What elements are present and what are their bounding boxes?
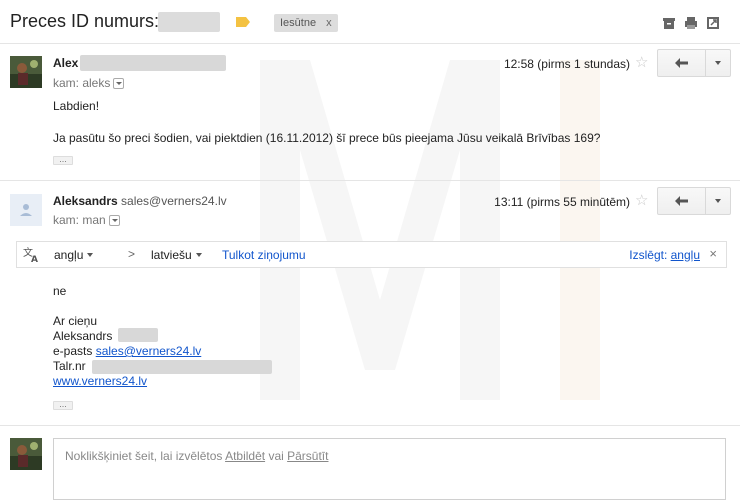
label-tag-icon[interactable] bbox=[236, 17, 250, 27]
sender-name[interactable]: Aleksandrs sales@verners24.lv bbox=[53, 194, 227, 208]
show-trimmed-content-button[interactable]: ... bbox=[53, 155, 73, 165]
inbox-label-chip: Iesūtne x bbox=[274, 14, 338, 32]
message-time: 12:58 (pirms 1 stundas) bbox=[503, 57, 630, 71]
sender-redacted bbox=[80, 55, 226, 71]
signature-email-line: e-pasts sales@verners24.lv bbox=[53, 344, 201, 359]
inbox-label-text: Iesūtne bbox=[280, 17, 317, 29]
signature-email-link[interactable]: sales@verners24.lv bbox=[96, 344, 202, 358]
translate-message-link[interactable]: Tulkot ziņojumu bbox=[222, 248, 306, 262]
star-icon[interactable]: ☆ bbox=[635, 191, 648, 209]
reply-placeholder-text: Noklikšķiniet šeit, lai izvēlētos bbox=[65, 449, 223, 463]
print-icon[interactable] bbox=[684, 16, 698, 30]
reply-or-text: vai bbox=[268, 449, 284, 463]
archive-icon[interactable] bbox=[662, 16, 676, 30]
disable-translation-link[interactable]: Izslēgt: angļu bbox=[629, 248, 700, 262]
subject-bar: Preces ID numurs: Iesūtne x bbox=[0, 0, 740, 44]
forward-link[interactable]: Pārsūtīt bbox=[287, 449, 328, 463]
message-divider bbox=[0, 180, 740, 181]
source-language-select[interactable]: angļu bbox=[54, 248, 94, 262]
target-language-label: latviešu bbox=[151, 248, 192, 262]
new-window-icon[interactable] bbox=[706, 16, 720, 30]
reply-button-group bbox=[657, 49, 731, 77]
recipient-text: kam: aleks bbox=[53, 76, 111, 90]
reply-button-group bbox=[657, 187, 731, 215]
reply-placeholder: Noklikšķiniet šeit, lai izvēlētos Atbild… bbox=[65, 449, 328, 463]
show-trimmed-content-button[interactable]: ... bbox=[53, 400, 73, 410]
star-icon[interactable]: ☆ bbox=[635, 53, 648, 71]
signature-greeting: Ar cieņu bbox=[53, 314, 98, 328]
my-avatar bbox=[10, 438, 42, 470]
signature-website-link[interactable]: www.verners24.lv bbox=[53, 374, 147, 388]
recipient-text: kam: man bbox=[53, 213, 106, 227]
svg-text:A: A bbox=[31, 255, 38, 263]
chevron-down-icon bbox=[195, 253, 202, 257]
chevron-down-icon bbox=[87, 253, 94, 257]
sender-email: sales@verners24.lv bbox=[121, 194, 227, 208]
recipient-line: kam: aleks bbox=[53, 76, 125, 90]
subject-title: Preces ID numurs: bbox=[10, 11, 160, 31]
close-translate-bar-icon[interactable]: × bbox=[709, 246, 717, 261]
details-dropdown-icon[interactable] bbox=[108, 215, 120, 226]
reply-box[interactable]: Noklikšķiniet šeit, lai izvēlētos Atbild… bbox=[53, 438, 726, 500]
message-body-line: Ja pasūtu šo preci šodien, vai piektdien… bbox=[53, 131, 601, 145]
disable-language: angļu bbox=[670, 248, 700, 262]
signature-phone-label: Talr.nr bbox=[53, 359, 86, 373]
message-divider bbox=[0, 425, 740, 426]
recipient-line: kam: man bbox=[53, 213, 120, 227]
message-time: 13:11 (pirms 55 minūtēm) bbox=[494, 195, 630, 209]
reply-link[interactable]: Atbildēt bbox=[225, 449, 265, 463]
message-body-line: ne bbox=[53, 284, 67, 298]
signature-email-label: e-pasts bbox=[53, 344, 93, 358]
signature-phone-redacted bbox=[92, 360, 272, 374]
signature-name: Aleksandrs bbox=[53, 329, 113, 343]
signature-website-line: www.verners24.lv bbox=[53, 374, 147, 389]
default-avatar-icon[interactable] bbox=[10, 194, 42, 226]
remove-label-button[interactable]: x bbox=[326, 17, 332, 29]
more-options-button[interactable] bbox=[706, 188, 730, 214]
chevron-down-icon bbox=[715, 61, 721, 65]
more-options-button[interactable] bbox=[706, 50, 730, 76]
subject-redacted bbox=[158, 12, 220, 32]
reply-arrow-icon bbox=[674, 196, 688, 206]
reply-button[interactable] bbox=[658, 50, 706, 76]
sender-name-text: Aleksandrs bbox=[53, 194, 118, 208]
language-arrow: > bbox=[128, 247, 136, 261]
sender-name[interactable]: Alex bbox=[53, 56, 78, 70]
reply-arrow-icon bbox=[674, 58, 688, 68]
sender-avatar[interactable] bbox=[10, 56, 42, 88]
translate-icon: 文 A bbox=[23, 247, 38, 263]
target-language-select[interactable]: latviešu bbox=[151, 248, 202, 262]
signature-redacted bbox=[118, 328, 158, 342]
message-body-line: Labdien! bbox=[53, 99, 100, 113]
translate-bar: 文 A angļu > latviešu Tulkot ziņojumu Izs… bbox=[16, 241, 727, 268]
source-language-label: angļu bbox=[54, 248, 84, 262]
chevron-down-icon bbox=[715, 199, 721, 203]
reply-button[interactable] bbox=[658, 188, 706, 214]
details-dropdown-icon[interactable] bbox=[113, 78, 125, 89]
disable-prefix: Izslēgt: bbox=[629, 248, 668, 262]
